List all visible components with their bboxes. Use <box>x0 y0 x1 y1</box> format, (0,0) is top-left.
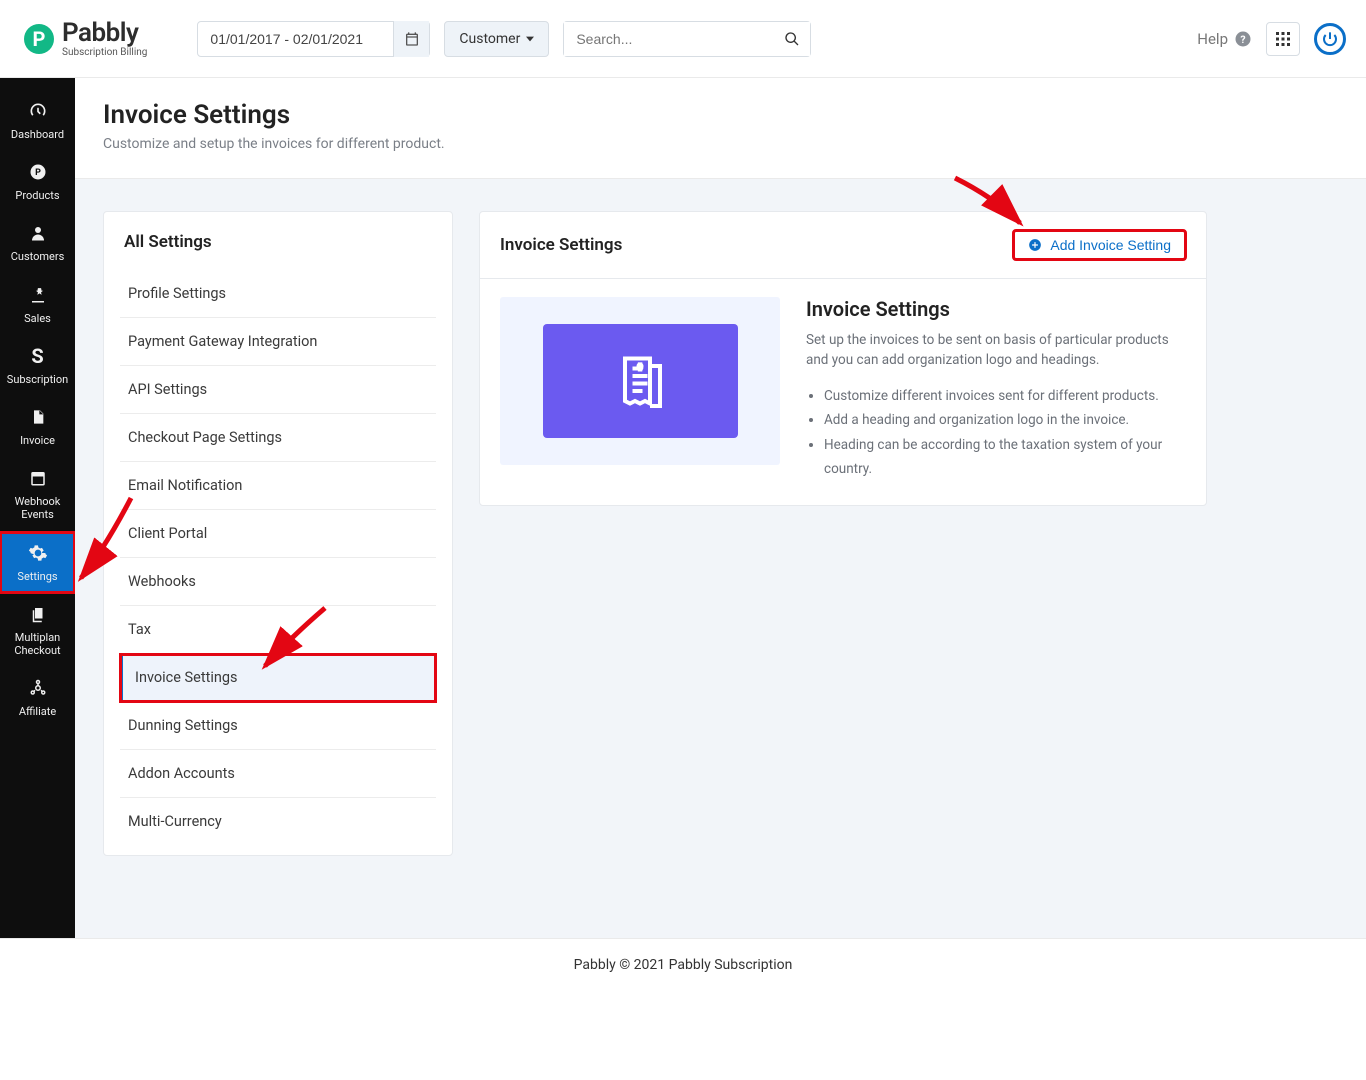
nav-label: Affiliate <box>19 705 56 718</box>
page-title: Invoice Settings <box>103 100 1338 130</box>
nav-label: Webhook Events <box>4 495 71 521</box>
apps-button[interactable] <box>1266 22 1300 56</box>
settings-item-tax[interactable]: Tax <box>120 606 436 654</box>
all-settings-card: All Settings Profile Settings Payment Ga… <box>103 211 453 856</box>
power-icon <box>1322 31 1338 47</box>
nav-sales[interactable]: Sales <box>0 274 75 335</box>
brand-mark-icon: P <box>24 24 54 54</box>
settings-list: Profile Settings Payment Gateway Integra… <box>120 270 436 845</box>
settings-item-client-portal[interactable]: Client Portal <box>120 510 436 558</box>
nav-multiplan-checkout[interactable]: Multiplan Checkout <box>0 593 75 667</box>
svg-text:P: P <box>35 168 41 178</box>
settings-item-multicurrency[interactable]: Multi-Currency <box>120 798 436 845</box>
date-range-input[interactable] <box>198 22 393 56</box>
settings-item-api[interactable]: API Settings <box>120 366 436 414</box>
search-input[interactable] <box>564 22 774 56</box>
nav-label: Subscription <box>7 373 68 386</box>
help-label: Help <box>1197 30 1228 48</box>
feature-item: Heading can be according to the taxation… <box>824 433 1186 482</box>
nav-settings[interactable]: Settings <box>0 532 75 593</box>
app-shell: Dashboard P Products Customers Sales S S… <box>0 78 1366 938</box>
nav-subscription[interactable]: S Subscription <box>0 335 75 396</box>
main-card-title: Invoice Settings <box>500 235 622 255</box>
section-description: Set up the invoices to be sent on basis … <box>806 331 1186 370</box>
nav-products[interactable]: P Products <box>0 151 75 212</box>
main-column: Invoice Settings Customize and setup the… <box>75 78 1366 938</box>
power-button[interactable] <box>1314 23 1346 55</box>
brand-tagline: Subscription Billing <box>62 48 147 58</box>
help-link[interactable]: Help ? <box>1197 30 1252 48</box>
svg-text:?: ? <box>1240 32 1245 45</box>
search-group <box>563 21 811 57</box>
section-title: Invoice Settings <box>806 297 1186 321</box>
settings-item-email[interactable]: Email Notification <box>120 462 436 510</box>
file-icon <box>27 406 49 428</box>
add-invoice-setting-button[interactable]: Add Invoice Setting <box>1013 230 1186 260</box>
brand-text: Pabbly Subscription Billing <box>62 20 147 58</box>
nav-webhook-events[interactable]: Webhook Events <box>0 457 75 531</box>
question-circle-icon: ? <box>1234 30 1252 48</box>
feature-item: Customize different invoices sent for di… <box>824 384 1186 408</box>
top-right-controls: Help ? <box>1197 22 1346 56</box>
files-icon <box>27 603 49 625</box>
svg-text:$: $ <box>638 364 641 371</box>
nav-dashboard[interactable]: Dashboard <box>0 90 75 151</box>
gauge-icon <box>27 100 49 122</box>
nav-label: Products <box>15 189 59 202</box>
settings-item-addon[interactable]: Addon Accounts <box>120 750 436 798</box>
settings-item-checkout[interactable]: Checkout Page Settings <box>120 414 436 462</box>
date-range-group <box>197 21 430 57</box>
sales-icon <box>27 284 49 306</box>
feature-item: Add a heading and organization logo in t… <box>824 408 1186 432</box>
footer: Pabbly © 2021 Pabbly Subscription <box>0 938 1366 1003</box>
calendar-alt-icon <box>27 467 49 489</box>
plus-circle-icon <box>1028 238 1042 252</box>
filter-label: Customer <box>459 31 520 47</box>
footer-text: Pabbly © 2021 Pabbly Subscription <box>574 957 793 973</box>
nav-label: Invoice <box>20 434 55 447</box>
brand-logo[interactable]: P Pabbly Subscription Billing <box>24 20 147 58</box>
filter-dropdown[interactable]: Customer <box>444 21 549 57</box>
sidebar: Dashboard P Products Customers Sales S S… <box>0 78 75 938</box>
page-header: Invoice Settings Customize and setup the… <box>75 78 1366 179</box>
content-row: All Settings Profile Settings Payment Ga… <box>75 179 1366 906</box>
page-subtitle: Customize and setup the invoices for dif… <box>103 136 1338 152</box>
main-card-body: $ Invoice Settings Set up the invoices t… <box>480 279 1206 505</box>
nav-customers[interactable]: Customers <box>0 212 75 273</box>
top-bar: P Pabbly Subscription Billing Customer H… <box>0 0 1366 78</box>
search-button[interactable] <box>774 22 810 56</box>
main-card-header: Invoice Settings Add Invoice Setting <box>480 212 1206 279</box>
nav-invoice[interactable]: Invoice <box>0 396 75 457</box>
subscription-icon: S <box>27 345 49 367</box>
all-settings-title: All Settings <box>120 232 436 266</box>
nav-label: Multiplan Checkout <box>4 631 71 657</box>
add-button-label: Add Invoice Setting <box>1050 237 1171 253</box>
settings-item-webhooks[interactable]: Webhooks <box>120 558 436 606</box>
nav-label: Settings <box>17 570 57 583</box>
nav-label: Dashboard <box>11 128 64 141</box>
illustration-frame: $ <box>500 297 780 465</box>
settings-item-gateway[interactable]: Payment Gateway Integration <box>120 318 436 366</box>
feature-list: Customize different invoices sent for di… <box>806 384 1186 481</box>
invoice-settings-card: Invoice Settings Add Invoice Setting $ I… <box>479 211 1207 506</box>
settings-item-profile[interactable]: Profile Settings <box>120 270 436 318</box>
search-icon <box>784 31 800 47</box>
description-column: Invoice Settings Set up the invoices to … <box>806 297 1186 481</box>
receipt-icon: $ <box>610 351 670 411</box>
calendar-icon <box>404 31 420 47</box>
gear-icon <box>27 542 49 564</box>
product-icon: P <box>27 161 49 183</box>
grid-icon <box>1276 32 1290 46</box>
user-icon <box>27 222 49 244</box>
nav-label: Customers <box>11 250 65 263</box>
settings-item-invoice[interactable]: Invoice Settings <box>120 654 436 702</box>
nav-affiliate[interactable]: Affiliate <box>0 667 75 728</box>
affiliate-icon <box>27 677 49 699</box>
nav-label: Sales <box>24 312 51 325</box>
settings-item-dunning[interactable]: Dunning Settings <box>120 702 436 750</box>
brand-name: Pabbly <box>62 20 147 46</box>
caret-down-icon <box>526 35 534 43</box>
calendar-button[interactable] <box>393 21 429 57</box>
invoice-illustration: $ <box>543 324 738 438</box>
